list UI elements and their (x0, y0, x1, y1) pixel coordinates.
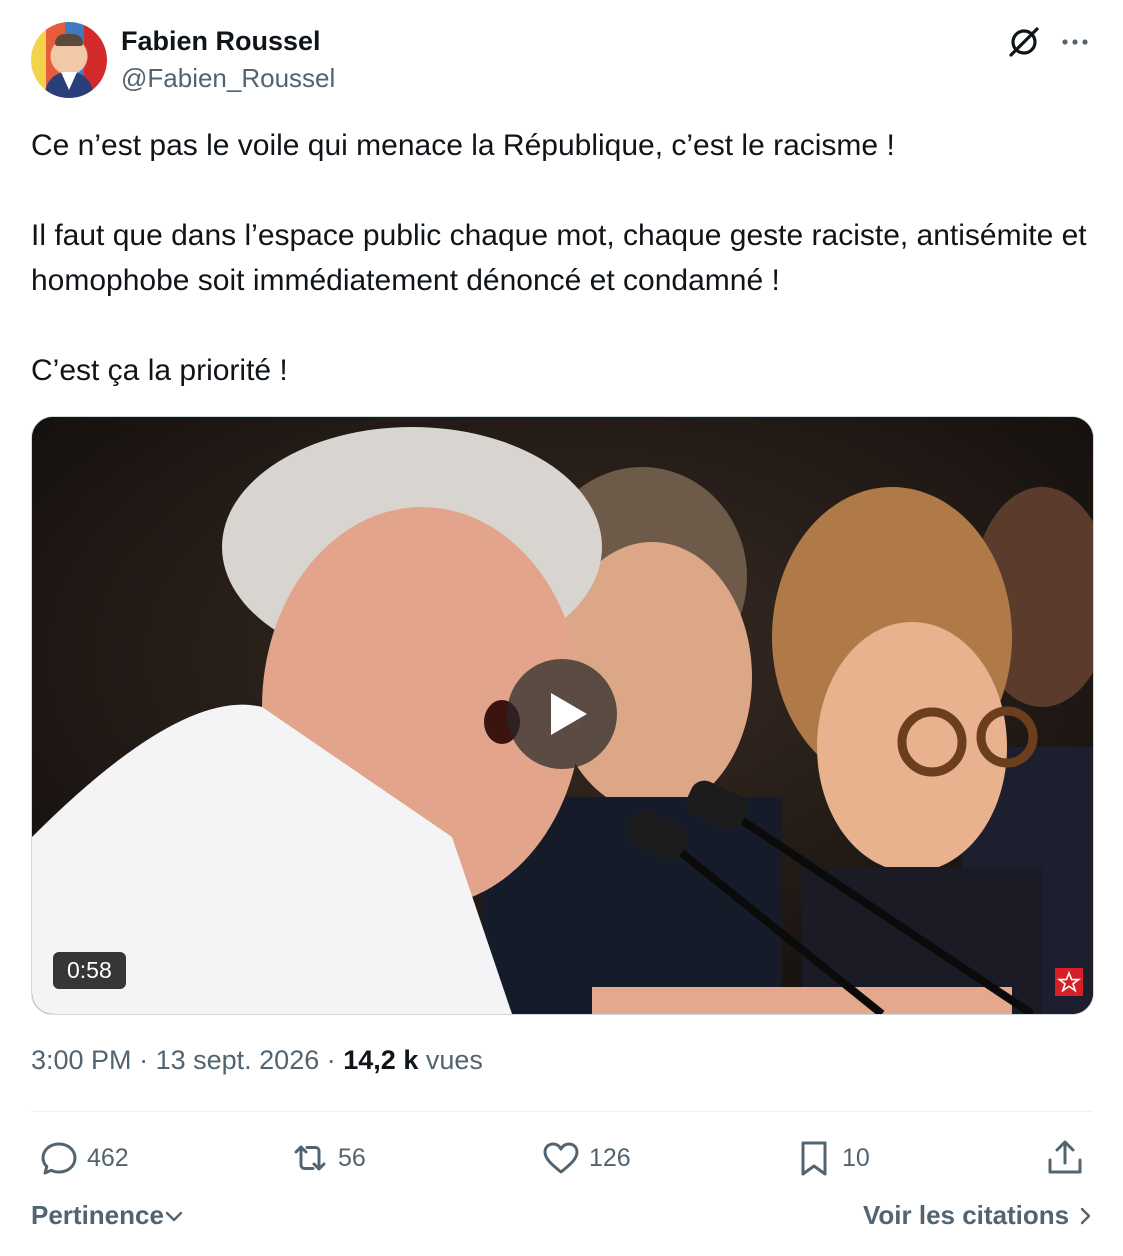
bookmark-button[interactable]: 10 (794, 1138, 870, 1178)
video-duration-badge: 0:58 (53, 952, 126, 989)
views-count: 14,2 k (343, 1045, 419, 1075)
tweet-time[interactable]: 3:00 PM (31, 1045, 132, 1075)
tweet-meta: 3:00 PM · 13 sept. 2026 · 14,2 k vues (31, 1045, 483, 1076)
repost-button[interactable]: 56 (290, 1138, 366, 1178)
repost-icon (294, 1145, 326, 1171)
reply-icon (41, 1142, 77, 1175)
author-name[interactable]: Fabien Roussel (121, 26, 321, 57)
sort-dropdown[interactable]: Pertinence (31, 1200, 184, 1231)
sort-label: Pertinence (31, 1200, 164, 1230)
bookmark-icon (801, 1141, 827, 1176)
star-logo-icon (1055, 968, 1083, 996)
tweet-date[interactable]: 13 sept. 2026 (156, 1045, 320, 1075)
chevron-down-icon (165, 1211, 183, 1221)
reply-button[interactable]: 462 (39, 1138, 129, 1178)
repost-count: 56 (338, 1143, 366, 1172)
divider (31, 1111, 1092, 1112)
views-label: vues (425, 1045, 483, 1075)
like-count: 126 (589, 1143, 631, 1172)
share-button[interactable] (1045, 1138, 1085, 1178)
quotes-label: Voir les citations (863, 1200, 1070, 1230)
avatar[interactable] (31, 22, 107, 98)
tweet-text-line-2: Il faut que dans l’espace public chaque … (31, 219, 1087, 297)
like-button[interactable]: 126 (541, 1138, 631, 1178)
tweet-text-line-3: C’est ça la priorité ! (31, 354, 288, 387)
author-handle[interactable]: @Fabien_Roussel (121, 63, 335, 94)
heart-icon (543, 1142, 579, 1174)
more-options-icon[interactable] (1058, 28, 1092, 56)
reply-count: 462 (87, 1143, 129, 1172)
meta-separator: · (139, 1045, 149, 1075)
chevron-right-icon (1080, 1207, 1091, 1224)
tweet-text-line-1: Ce n’est pas le voile qui menace la Répu… (31, 129, 895, 162)
bookmark-count: 10 (842, 1143, 870, 1172)
meta-separator: · (326, 1045, 336, 1075)
view-quotes-link[interactable]: Voir les citations (863, 1200, 1097, 1231)
share-icon (1048, 1140, 1082, 1174)
grok-icon[interactable] (1006, 24, 1042, 60)
play-button[interactable] (507, 659, 617, 769)
